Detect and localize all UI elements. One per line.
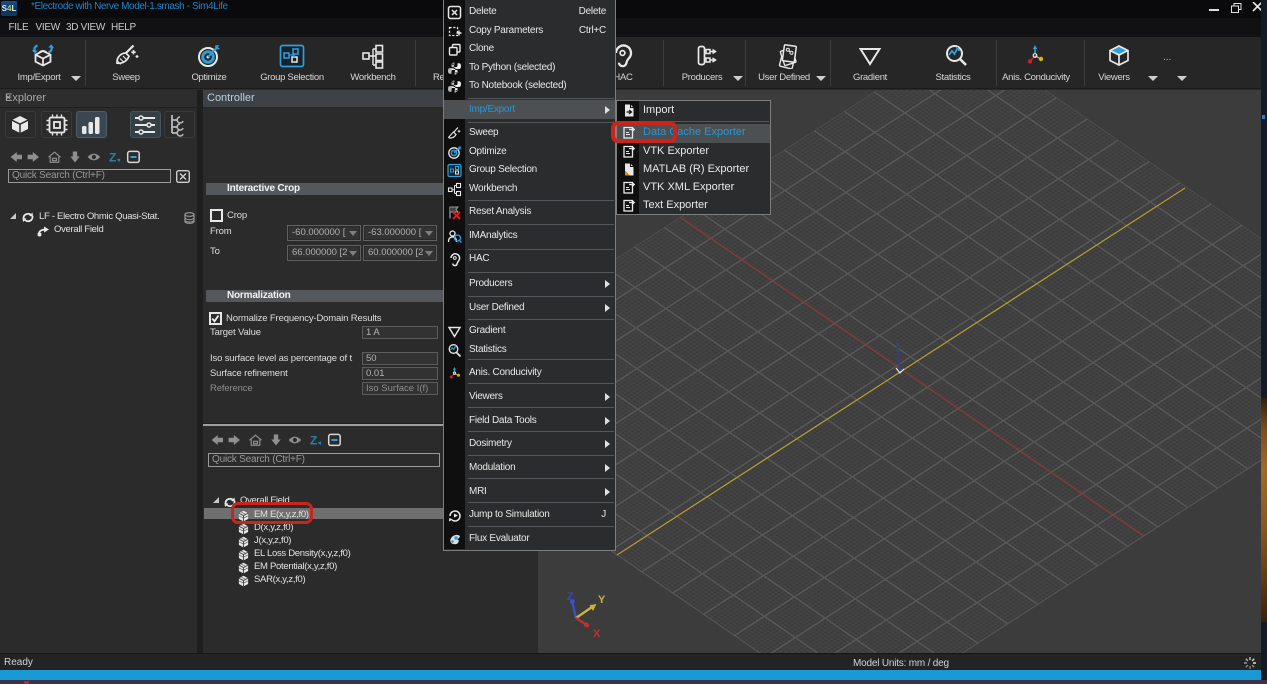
svg-text:X: X (593, 628, 601, 640)
svg-text:Y: Y (598, 594, 606, 606)
svg-text:Z: Z (567, 591, 574, 603)
svg-text:Z: Z (109, 151, 116, 165)
svg-text:Z: Z (310, 434, 317, 448)
